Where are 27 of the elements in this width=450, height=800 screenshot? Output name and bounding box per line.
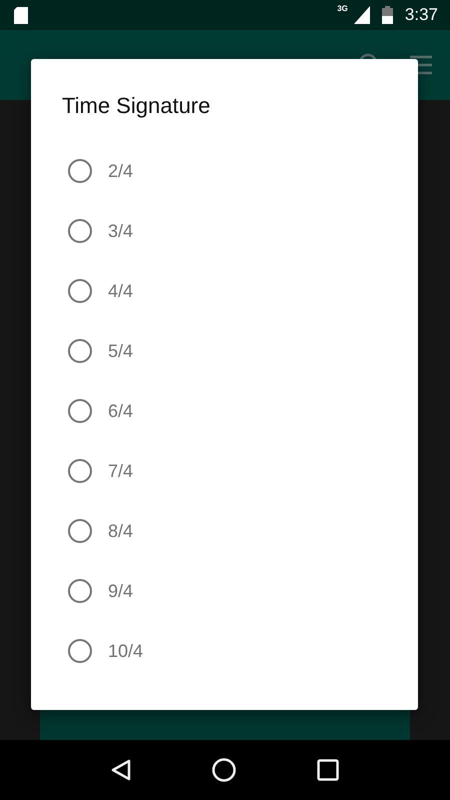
sd-card-icon [14,6,28,24]
option-label[interactable]: 10/4 [108,640,144,662]
radio-button[interactable] [68,399,92,423]
radio-button[interactable] [68,639,92,663]
radio-button[interactable] [68,459,92,483]
radio-button[interactable] [68,579,92,603]
option-label[interactable]: 5/4 [108,340,134,362]
signal-icon [354,6,370,24]
battery-icon [382,6,393,24]
home-icon[interactable] [212,758,236,782]
option-label[interactable]: 2/4 [108,160,134,182]
radio-button[interactable] [68,519,92,543]
radio-button[interactable] [68,279,92,303]
option-label[interactable]: 3/4 [108,220,134,242]
option-label[interactable]: 9/4 [108,580,134,602]
radio-button[interactable] [68,339,92,363]
dialog-title: Time Signature [62,93,212,119]
recents-icon[interactable] [317,759,340,781]
back-icon[interactable] [110,759,131,781]
option-label[interactable]: 8/4 [108,520,134,542]
clock: 3:37 [404,5,438,25]
option-label[interactable]: 4/4 [108,280,134,302]
radio-button[interactable] [68,159,92,183]
option-label[interactable]: 6/4 [108,400,134,422]
network-type: 3G [337,4,348,13]
radio-button[interactable] [68,219,92,243]
option-label[interactable]: 7/4 [108,460,134,482]
